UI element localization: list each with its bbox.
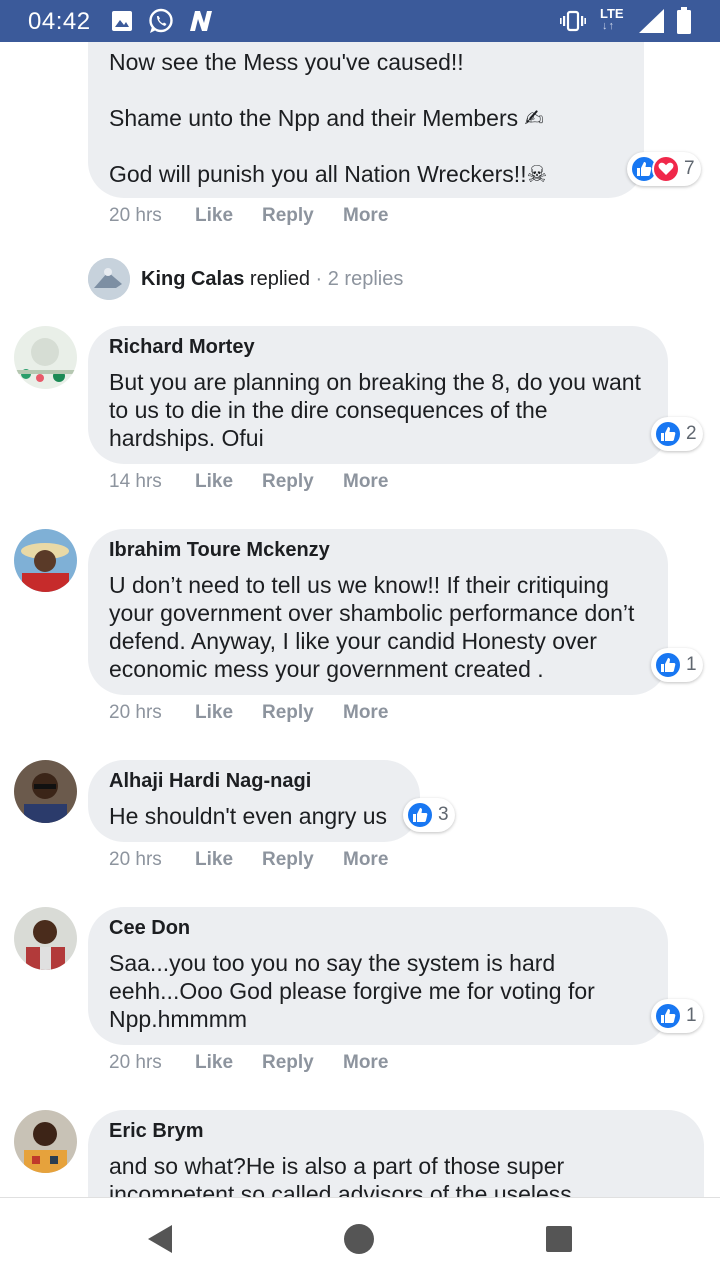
comment-time: 20 hrs (109, 205, 162, 226)
comment-bubble[interactable]: Cee Don Saa...you too you no say the sys… (88, 907, 668, 1045)
reaction-summary[interactable]: 3 (403, 798, 455, 832)
reaction-summary[interactable]: 2 (651, 417, 703, 451)
comment-bubble[interactable]: Eric Brym and so what?He is also a part … (88, 1110, 704, 1197)
comment-line: Shame unto the Npp and their Members ✍ (109, 105, 544, 131)
reaction-count: 1 (686, 1005, 697, 1026)
comment-text: But you are planning on breaking the 8, … (109, 369, 641, 451)
more-button[interactable]: More (343, 471, 388, 493)
more-button[interactable]: More (343, 1052, 388, 1074)
home-icon[interactable] (343, 1223, 375, 1255)
battery-icon (677, 7, 691, 34)
n-app-icon (190, 11, 212, 31)
navigation-bar (0, 1197, 720, 1280)
status-bar: 04:42 LTE ↓↑ (0, 0, 720, 42)
like-reaction-icon (654, 420, 682, 448)
reaction-count: 1 (686, 654, 697, 675)
comment-bubble[interactable]: Now see the Mess you've caused!! Shame u… (88, 42, 644, 198)
reply-verb: replied (249, 268, 310, 290)
network-type: LTE (600, 6, 624, 21)
like-button[interactable]: Like (195, 1052, 233, 1074)
comment-line: God will punish you all Nation Wreckers!… (109, 161, 548, 187)
comment-line: Now see the Mess you've caused!! (109, 49, 464, 75)
vibrate-icon (560, 10, 586, 32)
reply-count: · 2 replies (315, 268, 404, 290)
comment-bubble[interactable]: Ibrahim Toure Mckenzy U don’t need to te… (88, 529, 668, 695)
reaction-summary[interactable]: 1 (651, 999, 703, 1033)
reaction-count: 3 (438, 804, 449, 825)
like-reaction-icon (654, 651, 682, 679)
comment-text: He shouldn't even angry us (109, 803, 388, 829)
like-reaction-icon (406, 801, 434, 829)
reply-button[interactable]: Reply (262, 471, 314, 493)
avatar[interactable] (14, 760, 77, 823)
reaction-count: 7 (684, 158, 695, 179)
more-button[interactable]: More (343, 702, 388, 724)
like-button[interactable]: Like (195, 205, 233, 227)
comment-author[interactable]: Cee Don (109, 917, 190, 940)
like-button[interactable]: Like (195, 702, 233, 724)
comment-bubble[interactable]: Richard Mortey But you are planning on b… (88, 326, 668, 464)
avatar[interactable] (14, 1110, 77, 1173)
reaction-summary[interactable]: 1 (651, 648, 703, 682)
avatar[interactable] (14, 326, 77, 389)
recents-icon[interactable] (545, 1225, 573, 1253)
love-reaction-icon (652, 155, 680, 183)
reply-author: King Calas (141, 268, 245, 290)
like-button[interactable]: Like (195, 471, 233, 493)
reply-button[interactable]: Reply (262, 205, 314, 227)
more-button[interactable]: More (343, 205, 388, 227)
comment-author[interactable]: Richard Mortey (109, 336, 255, 359)
comment-text: and so what?He is also a part of those s… (109, 1153, 572, 1197)
comment-text: U don’t need to tell us we know!! If the… (109, 572, 635, 682)
image-icon (112, 11, 132, 31)
back-icon[interactable] (146, 1223, 174, 1255)
reaction-summary[interactable]: 7 (627, 152, 701, 186)
like-reaction-icon (654, 1002, 682, 1030)
signal-icon (639, 9, 664, 33)
whatsapp-icon (149, 8, 173, 33)
like-button[interactable]: Like (195, 849, 233, 871)
comment-text: Saa...you too you no say the system is h… (109, 950, 595, 1032)
avatar[interactable] (14, 907, 77, 970)
status-time: 04:42 (28, 8, 91, 35)
reply-button[interactable]: Reply (262, 702, 314, 724)
reaction-count: 2 (686, 423, 697, 444)
comment-time: 20 hrs (109, 1052, 162, 1073)
comment-author[interactable]: Eric Brym (109, 1120, 204, 1143)
data-arrows-icon: ↓↑ (602, 20, 615, 32)
comment-time: 20 hrs (109, 849, 162, 870)
comment-author[interactable]: Alhaji Hardi Nag-nagi (109, 770, 311, 793)
avatar[interactable] (14, 529, 77, 592)
comment-time: 14 hrs (109, 471, 162, 492)
comment-bubble[interactable]: Alhaji Hardi Nag-nagi He shouldn't even … (88, 760, 420, 842)
comment-time: 20 hrs (109, 702, 162, 723)
reply-button[interactable]: Reply (262, 849, 314, 871)
avatar[interactable] (88, 258, 130, 300)
reply-button[interactable]: Reply (262, 1052, 314, 1074)
more-button[interactable]: More (343, 849, 388, 871)
replies-summary[interactable]: King Calas replied · 2 replies (141, 268, 403, 291)
comments-feed[interactable]: Now see the Mess you've caused!! Shame u… (0, 42, 720, 1197)
comment-author[interactable]: Ibrahim Toure Mckenzy (109, 539, 330, 562)
